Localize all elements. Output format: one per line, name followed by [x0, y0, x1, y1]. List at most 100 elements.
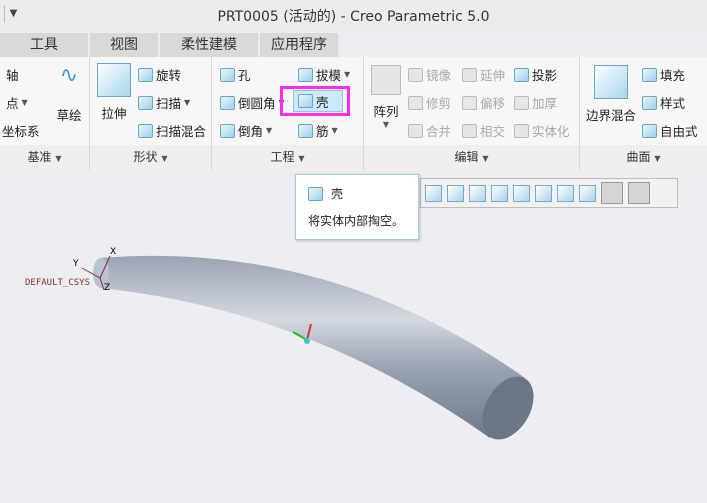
point-button[interactable]: 点 ▼ — [6, 93, 28, 112]
revolve-button[interactable]: 旋转 — [138, 65, 181, 84]
annotation-display-icon[interactable] — [601, 182, 623, 204]
view-toolbar — [420, 178, 678, 208]
group-label[interactable]: 形状 ▼ — [90, 145, 211, 170]
group-shape: 拉伸 旋转 扫描 ▼ 扫描混合 形状 ▼ — [90, 57, 212, 170]
label: 倒角 — [238, 124, 264, 139]
draft-button[interactable]: 拔模 ▼ — [298, 65, 350, 84]
mirror-button[interactable]: 镜像 — [408, 65, 451, 84]
draft-icon — [298, 67, 313, 82]
fill-icon — [642, 67, 657, 82]
extend-icon — [462, 67, 477, 82]
label: 边界混合 — [585, 108, 636, 123]
label: 填充 — [660, 68, 686, 83]
offset-button[interactable]: 偏移 — [462, 93, 505, 112]
label: 拉伸 — [101, 106, 127, 121]
label: 修剪 — [426, 96, 452, 111]
style-button[interactable]: 样式 — [642, 93, 685, 112]
label: 草绘 — [56, 108, 82, 123]
axis-button[interactable]: 轴 — [6, 65, 19, 84]
label: 自由式 — [660, 124, 698, 139]
group-label[interactable]: 工程 ▼ — [212, 145, 363, 170]
extrude-button[interactable]: 拉伸 — [96, 63, 132, 122]
tab-flexible-modeling[interactable]: 柔性建模 — [160, 33, 260, 57]
boundary-blend-button[interactable]: 边界混合 — [584, 65, 638, 124]
sweep-icon — [138, 95, 153, 110]
group-surfaces: 边界混合 填充 样式 自由式 曲面 ▼ — [580, 57, 707, 170]
label: 倒圆角 — [238, 96, 276, 111]
style-icon — [642, 95, 657, 110]
tooltip-title: 壳 — [331, 187, 344, 201]
intersect-button[interactable]: 相交 — [462, 121, 505, 140]
saved-orientations-icon[interactable] — [491, 184, 508, 202]
sweep-button[interactable]: 扫描 ▼ — [138, 93, 190, 112]
group-label[interactable]: 曲面 ▼ — [580, 145, 707, 170]
hole-icon — [220, 67, 235, 82]
tab-applications[interactable]: 应用程序 — [260, 33, 340, 57]
pattern-button[interactable]: 阵列 ▼ — [370, 65, 402, 129]
thicken-icon — [514, 95, 529, 110]
merge-button[interactable]: 合并 — [408, 121, 451, 140]
label: 实体化 — [532, 124, 570, 139]
round-button[interactable]: 倒圆角 ▼ — [220, 93, 285, 112]
ribbon-tabs: 工具 视图 柔性建模 应用程序 — [0, 33, 340, 57]
label: 阵列 — [373, 104, 399, 119]
section-icon[interactable] — [557, 184, 574, 202]
label: 拔模 — [316, 68, 342, 83]
swept-blend-button[interactable]: 扫描混合 — [138, 121, 206, 140]
mirror-icon — [408, 67, 423, 82]
view-manager-icon[interactable] — [513, 184, 530, 202]
rib-icon — [298, 123, 313, 138]
tab-view[interactable]: 视图 — [90, 33, 160, 57]
title-bar: ▼ PRT0005 (活动的) - Creo Parametric 5.0 — [0, 0, 707, 30]
label: 孔 — [238, 68, 251, 83]
merge-icon — [408, 123, 423, 138]
pattern-icon — [371, 65, 401, 95]
trim-button[interactable]: 修剪 — [408, 93, 451, 112]
group-datum: 轴 点 ▼ 坐标系 ∿ 草绘 基准 ▼ — [0, 57, 90, 170]
label: 扫描混合 — [156, 124, 207, 139]
datum-display-icon[interactable] — [579, 184, 596, 202]
label: 延伸 — [480, 68, 506, 83]
zoom-out-icon[interactable] — [425, 184, 442, 202]
label: 样式 — [660, 96, 686, 111]
display-style-icon[interactable] — [469, 184, 486, 202]
spin-center-toggle-icon[interactable] — [628, 182, 650, 204]
revolve-icon — [138, 67, 153, 82]
boundary-blend-icon — [594, 65, 628, 99]
label: 坐标系 — [2, 124, 40, 139]
solidify-icon — [514, 123, 529, 138]
label: 合并 — [426, 124, 452, 139]
label: 相交 — [480, 124, 506, 139]
chamfer-button[interactable]: 倒角 ▼ — [220, 121, 272, 140]
highlight-box — [280, 86, 350, 116]
tooltip: 壳 将实体内部掏空。 — [295, 174, 419, 240]
chamfer-icon — [220, 123, 235, 138]
label: 点 — [6, 96, 19, 111]
rib-button[interactable]: 筋 ▼ — [298, 121, 338, 140]
freestyle-button[interactable]: 自由式 — [642, 121, 698, 140]
group-label[interactable]: 编辑 ▼ — [364, 145, 579, 170]
label: 镜像 — [426, 68, 452, 83]
fill-button[interactable]: 填充 — [642, 65, 685, 84]
project-button[interactable]: 投影 — [514, 65, 557, 84]
hole-button[interactable]: 孔 — [220, 65, 251, 84]
ribbon: 轴 点 ▼ 坐标系 ∿ 草绘 基准 ▼ 拉伸 旋转 扫描 ▼ 扫描混合 形状 ▼ 孔 … — [0, 57, 707, 170]
csys-button[interactable]: 坐标系 — [2, 121, 40, 140]
tooltip-description: 将实体内部掏空。 — [308, 214, 405, 228]
sketch-button[interactable]: ∿ 草绘 — [52, 63, 86, 124]
tab-tools[interactable]: 工具 — [0, 33, 90, 57]
perspective-icon[interactable] — [535, 184, 552, 202]
intersect-icon — [462, 123, 477, 138]
sketch-icon: ∿ — [59, 63, 79, 88]
label: 扫描 — [156, 96, 182, 111]
extend-button[interactable]: 延伸 — [462, 65, 505, 84]
label: 旋转 — [156, 68, 182, 83]
freestyle-icon — [642, 123, 657, 138]
csys-z: Z — [104, 283, 110, 293]
solidify-button[interactable]: 实体化 — [514, 121, 570, 140]
thicken-button[interactable]: 加厚 — [514, 93, 557, 112]
label: 加厚 — [532, 96, 558, 111]
shell-icon — [308, 186, 323, 201]
group-label[interactable]: 基准 ▼ — [0, 145, 89, 170]
repaint-icon[interactable] — [447, 184, 464, 202]
